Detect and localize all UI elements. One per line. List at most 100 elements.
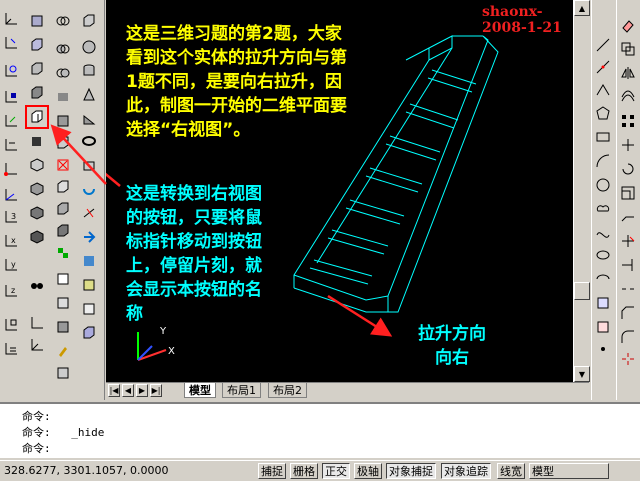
tab-model[interactable]: 模型 bbox=[184, 383, 216, 398]
tab-layout2[interactable]: 布局2 bbox=[268, 383, 307, 398]
mirror-icon[interactable] bbox=[619, 64, 637, 82]
slice-icon[interactable] bbox=[80, 204, 98, 222]
imprint-icon[interactable] bbox=[54, 342, 72, 360]
ucs-world-icon[interactable] bbox=[2, 62, 20, 80]
trim-icon[interactable] bbox=[619, 232, 637, 250]
front-view-icon[interactable] bbox=[28, 84, 46, 102]
offset-icon[interactable] bbox=[619, 88, 637, 106]
first-tab-icon[interactable]: |◀ bbox=[108, 384, 120, 397]
arc-icon[interactable] bbox=[594, 152, 612, 170]
ucs-icon-2[interactable] bbox=[28, 314, 46, 332]
box-icon[interactable] bbox=[80, 12, 98, 30]
copy-face-icon[interactable] bbox=[54, 244, 72, 262]
cylinder-icon[interactable] bbox=[80, 62, 98, 80]
ucs-previous-icon[interactable] bbox=[2, 34, 20, 52]
grid-toggle[interactable]: 栅格 bbox=[290, 463, 318, 479]
ucs-z-icon[interactable]: z bbox=[2, 282, 20, 300]
copy-icon[interactable] bbox=[619, 40, 637, 58]
xline-icon[interactable] bbox=[594, 58, 612, 76]
ucs-face-icon[interactable] bbox=[2, 112, 20, 130]
otrack-toggle[interactable]: 对象追踪 bbox=[441, 463, 491, 479]
interfere-icon[interactable] bbox=[80, 252, 98, 270]
color-face-icon[interactable] bbox=[54, 270, 72, 288]
chamfer-icon[interactable] bbox=[619, 304, 637, 322]
scroll-down-icon[interactable]: ▼ bbox=[574, 366, 590, 382]
color-edge-icon[interactable] bbox=[54, 318, 72, 336]
clean-icon[interactable] bbox=[54, 364, 72, 382]
lineweight-toggle[interactable]: 线宽 bbox=[497, 463, 525, 479]
se-iso-icon[interactable] bbox=[28, 180, 46, 198]
insert-block-icon[interactable] bbox=[594, 294, 612, 312]
next-tab-icon[interactable]: ▶ bbox=[136, 384, 148, 397]
ucs-apply-icon[interactable] bbox=[2, 316, 20, 334]
point-icon[interactable] bbox=[594, 340, 612, 358]
polygon-icon[interactable] bbox=[594, 104, 612, 122]
ucs-named-icon[interactable] bbox=[2, 340, 20, 358]
rectangle-icon[interactable] bbox=[594, 128, 612, 146]
command-input-line[interactable]: 命令: bbox=[22, 440, 51, 456]
subtract-icon[interactable] bbox=[54, 64, 72, 82]
model-toggle[interactable]: 模型 bbox=[529, 463, 609, 479]
right-view-icon[interactable] bbox=[25, 105, 49, 129]
nw-iso-icon[interactable] bbox=[28, 228, 46, 246]
setup-view-icon[interactable] bbox=[80, 300, 98, 318]
ucs-y-icon[interactable]: y bbox=[2, 256, 20, 274]
ucs-move-icon[interactable] bbox=[28, 336, 46, 354]
rotate-face-icon[interactable] bbox=[54, 200, 72, 218]
ucs-3point-icon[interactable]: 3 bbox=[2, 208, 20, 226]
camera-icon[interactable] bbox=[28, 276, 46, 294]
box-solid-icon[interactable] bbox=[54, 12, 72, 30]
extrude-icon[interactable] bbox=[80, 156, 98, 174]
ne-iso-icon[interactable] bbox=[28, 204, 46, 222]
extrude-face-icon[interactable] bbox=[54, 112, 72, 130]
fillet-icon[interactable] bbox=[619, 328, 637, 346]
ucs-view-icon[interactable] bbox=[2, 136, 20, 154]
setup-drawing-icon[interactable] bbox=[80, 276, 98, 294]
offset-face-icon[interactable] bbox=[54, 156, 72, 174]
polyline-icon[interactable] bbox=[594, 80, 612, 98]
move-icon[interactable] bbox=[619, 136, 637, 154]
delete-face-icon[interactable] bbox=[54, 178, 72, 196]
polar-toggle[interactable]: 极轴 bbox=[354, 463, 382, 479]
spline-icon[interactable] bbox=[594, 224, 612, 242]
ellipse-icon[interactable] bbox=[594, 246, 612, 264]
rotate-icon[interactable] bbox=[619, 160, 637, 178]
ucs-origin-icon[interactable] bbox=[2, 160, 20, 178]
osnap-toggle[interactable]: 对象捕捉 bbox=[386, 463, 436, 479]
command-window[interactable]: 命令: 命令: _hide 命令: bbox=[0, 402, 640, 458]
last-tab-icon[interactable]: ▶| bbox=[150, 384, 162, 397]
scroll-thumb[interactable] bbox=[574, 282, 590, 300]
setup-profile-icon[interactable] bbox=[80, 324, 98, 342]
sw-iso-icon[interactable] bbox=[28, 156, 46, 174]
explode-icon[interactable] bbox=[619, 350, 637, 368]
section-icon[interactable] bbox=[80, 228, 98, 246]
tab-layout1[interactable]: 布局1 bbox=[222, 383, 261, 398]
torus-icon[interactable] bbox=[80, 132, 98, 150]
drawing-canvas[interactable]: shaonx-2008-1-21 这是三维习题的第2题，大家 看到这个实体的拉升… bbox=[106, 0, 573, 382]
scroll-up-icon[interactable]: ▲ bbox=[574, 0, 590, 16]
back-view-icon[interactable] bbox=[28, 132, 46, 150]
ellipse-arc-icon[interactable] bbox=[594, 270, 612, 288]
array-icon[interactable] bbox=[619, 112, 637, 130]
sphere-icon[interactable] bbox=[80, 38, 98, 56]
ucs-x-icon[interactable]: x bbox=[2, 232, 20, 250]
revolve-icon[interactable] bbox=[80, 180, 98, 198]
break-icon[interactable] bbox=[619, 280, 637, 298]
union-icon[interactable] bbox=[54, 40, 72, 58]
make-block-icon[interactable] bbox=[594, 318, 612, 336]
ucs-icon[interactable] bbox=[2, 10, 20, 28]
ucs-object-icon[interactable] bbox=[2, 88, 20, 106]
extend-icon[interactable] bbox=[619, 256, 637, 274]
scale-icon[interactable] bbox=[619, 184, 637, 202]
taper-face-icon[interactable] bbox=[54, 222, 72, 240]
stretch-icon[interactable] bbox=[619, 208, 637, 226]
snap-toggle[interactable]: 捕捉 bbox=[258, 463, 286, 479]
revcloud-icon[interactable] bbox=[594, 200, 612, 218]
left-view-icon[interactable] bbox=[28, 60, 46, 78]
erase-icon[interactable] bbox=[619, 16, 637, 34]
ortho-toggle[interactable]: 正交 bbox=[322, 463, 350, 479]
intersect-icon[interactable] bbox=[54, 88, 72, 106]
top-view-icon[interactable] bbox=[28, 12, 46, 30]
circle-icon[interactable] bbox=[594, 176, 612, 194]
vertical-scrollbar[interactable]: ▲ ▼ bbox=[573, 0, 590, 382]
